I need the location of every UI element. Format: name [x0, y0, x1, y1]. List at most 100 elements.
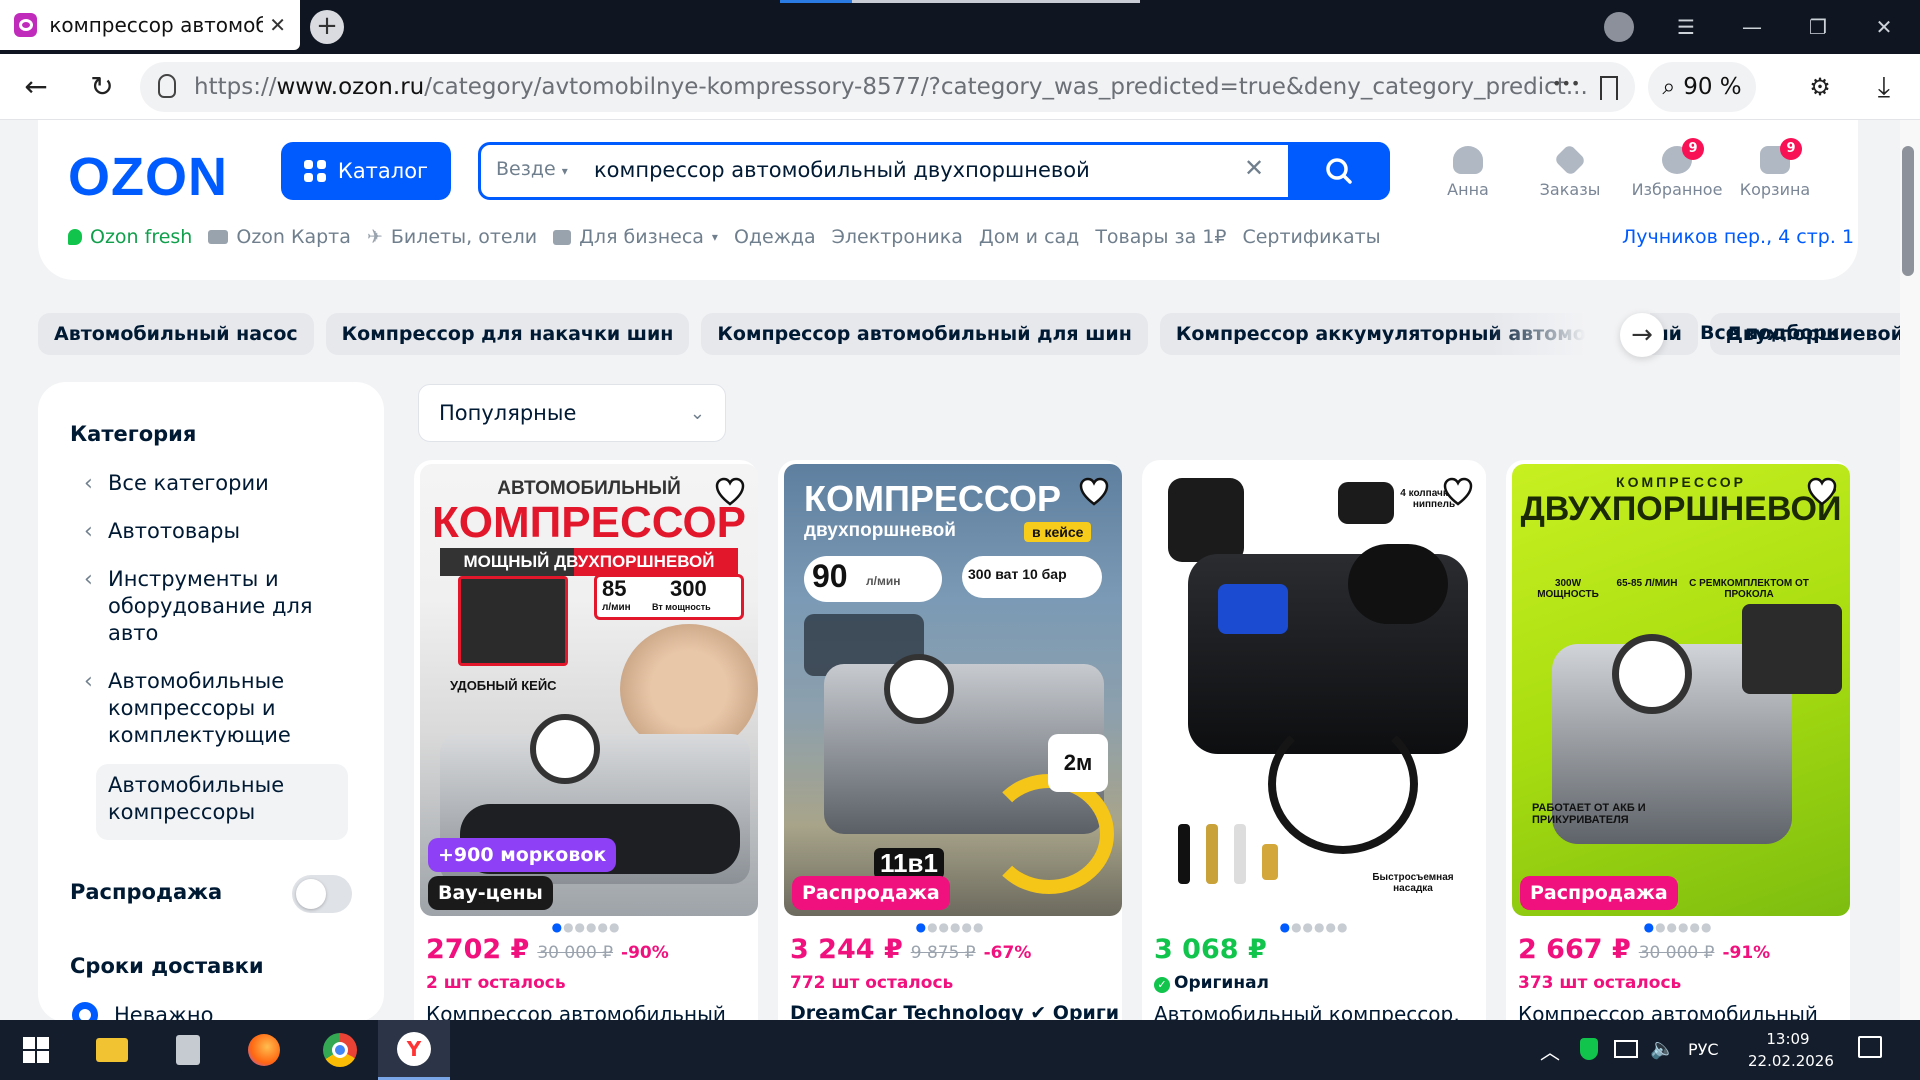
image-text: АВТОМОБИЛЬНЫЙ — [497, 478, 681, 499]
orders-link[interactable]: Заказы — [1525, 143, 1615, 199]
search-input[interactable]: компрессор автомобильный двухпоршневой — [594, 158, 1090, 182]
language-indicator[interactable]: РУС — [1688, 1040, 1719, 1059]
chip[interactable]: Автомобильный насос — [38, 313, 314, 355]
chip[interactable]: Компрессор для накачки шин — [325, 313, 690, 355]
link-tickets[interactable]: ✈ Билеты, отели — [367, 226, 537, 248]
image-text: 2м — [1048, 734, 1108, 792]
cart-link[interactable]: 9 Корзина — [1730, 138, 1820, 199]
calculator-icon[interactable] — [152, 1020, 224, 1080]
link-electronics[interactable]: Электроника — [832, 226, 963, 248]
download-icon[interactable]: ⤓ — [1864, 54, 1904, 120]
orders-label: Заказы — [1539, 180, 1601, 199]
product-image[interactable]: 4 колпачка на ниппель Быстросъемная наса… — [1148, 464, 1486, 916]
link-one-ruble[interactable]: Товары за 1₽ — [1095, 226, 1226, 248]
back-icon[interactable]: ← — [16, 54, 56, 120]
tray-chevron-icon[interactable]: ︿ — [1540, 1036, 1560, 1065]
extensions-icon[interactable]: ⚙ — [1800, 54, 1840, 120]
image-text: МОЩНЫЙ ДВУХПОРШНЕВОЙ — [440, 548, 738, 576]
stock-left: 772 шт осталось — [790, 973, 954, 993]
old-price: 30 000 ₽ — [537, 943, 614, 963]
price: 2 667 ₽ — [1518, 934, 1631, 965]
product-card[interactable]: АВТОМОБИЛЬНЫЙ КОМПРЕССОР МОЩНЫЙ ДВУХПОРШ… — [414, 460, 758, 1040]
zoom-value: 90 % — [1683, 74, 1742, 100]
reload-icon[interactable]: ↻ — [82, 54, 122, 120]
minimize-icon[interactable]: — — [1732, 8, 1772, 46]
product-card[interactable]: КОМПРЕССОР ДВУХПОРШНЕВОЙ 300W МОЩНОСТЬ 6… — [1506, 460, 1850, 1040]
link-home-garden[interactable]: Дом и сад — [979, 226, 1079, 248]
link-ozon-fresh[interactable]: Ozon fresh — [68, 226, 192, 248]
start-icon[interactable] — [0, 1020, 72, 1080]
favorite-heart-icon[interactable] — [1442, 476, 1474, 508]
clear-search-icon[interactable]: ✕ — [1244, 154, 1264, 182]
network-icon[interactable] — [1614, 1040, 1638, 1058]
old-price: 30 000 ₽ — [1638, 943, 1715, 963]
address-bar[interactable]: https://www.ozon.ru/category/avtomobilny… — [140, 62, 1635, 112]
bookmark-icon[interactable] — [1600, 76, 1618, 100]
product-image[interactable]: КОМПРЕССОР ДВУХПОРШНЕВОЙ 300W МОЩНОСТЬ 6… — [1512, 464, 1850, 916]
favorite-heart-icon[interactable] — [714, 476, 746, 508]
chevron-left-icon: ‹ — [84, 471, 93, 496]
tab-close-icon[interactable]: ✕ — [269, 13, 286, 37]
volume-icon[interactable]: 🔈 — [1650, 1036, 1675, 1060]
shield-icon[interactable] — [158, 74, 176, 98]
close-window-icon[interactable]: ✕ — [1864, 8, 1904, 46]
clock[interactable]: 13:09 22.02.2026 — [1748, 1028, 1834, 1072]
all-collections-link[interactable]: Все подборки — [1700, 322, 1853, 344]
ozon-logo[interactable]: OZON — [68, 146, 228, 208]
scrollbar-thumb[interactable] — [1902, 146, 1914, 276]
category-tools[interactable]: ‹ Инструменты и оборудование для авто — [84, 566, 358, 647]
link-business[interactable]: Для бизнеса ▾ — [553, 226, 718, 248]
profile-link[interactable]: Анна — [1423, 146, 1513, 199]
favorite-heart-icon[interactable] — [1078, 476, 1110, 508]
category-compressors[interactable]: Автомобильные компрессоры — [108, 772, 328, 826]
old-price: 9 875 ₽ — [910, 943, 976, 963]
price-block: 3 068 ₽ — [1154, 934, 1267, 965]
firefox-icon[interactable] — [228, 1020, 300, 1080]
notifications-icon[interactable] — [1858, 1036, 1882, 1058]
catalog-button[interactable]: Каталог — [281, 142, 451, 200]
stock-left: 2 шт осталось — [426, 973, 566, 993]
sale-toggle[interactable] — [292, 875, 352, 913]
image-pagination: ●●●●●● — [1643, 920, 1713, 934]
explorer-icon[interactable] — [76, 1020, 148, 1080]
link-certificates[interactable]: Сертификаты — [1242, 226, 1380, 248]
card-icon — [208, 230, 229, 244]
image-text: Вт мощность — [652, 602, 711, 612]
profile-avatar[interactable] — [1604, 12, 1634, 42]
image-text: 300 ват 10 бар — [968, 566, 1067, 582]
image-text: 11в1 — [874, 848, 944, 879]
search-scope-select[interactable]: Везде ▾ — [496, 158, 568, 180]
chrome-icon[interactable] — [304, 1020, 376, 1080]
product-image[interactable]: КОМПРЕССОР двухпоршневой в кейсе 90 л/ми… — [784, 464, 1122, 916]
category-all[interactable]: ‹ Все категории — [84, 470, 358, 497]
chip[interactable]: Компрессор автомобильный для шин — [701, 313, 1148, 355]
product-image[interactable]: АВТОМОБИЛЬНЫЙ КОМПРЕССОР МОЩНЫЙ ДВУХПОРШ… — [420, 464, 758, 916]
restore-icon[interactable]: ❐ — [1798, 8, 1838, 46]
zoom-indicator[interactable]: ⌕ 90 % — [1648, 62, 1756, 112]
link-ozon-card[interactable]: Ozon Карта — [208, 226, 351, 248]
image-pagination: ●●●●●● — [1279, 920, 1349, 934]
product-card[interactable]: КОМПРЕССОР двухпоршневой в кейсе 90 л/ми… — [778, 460, 1122, 1040]
category-compressors-parts[interactable]: ‹ Автомобильные компрессоры и комплектующ… — [84, 668, 358, 749]
link-clothes[interactable]: Одежда — [734, 226, 816, 248]
defender-icon[interactable] — [1580, 1038, 1598, 1060]
delivery-title: Сроки доставки — [70, 954, 264, 978]
search-button[interactable] — [1288, 142, 1390, 200]
image-text: 65-85 Л/МИН — [1616, 578, 1678, 589]
more-icon[interactable]: ••• — [1552, 74, 1580, 93]
browser-menu-icon[interactable]: ☰ — [1666, 8, 1706, 46]
yandex-browser-icon[interactable]: Y — [378, 1020, 450, 1080]
category-label: Автотовары — [108, 519, 241, 543]
browser-tab[interactable]: компрессор автомобильный двухпоршневой ✕ — [0, 0, 300, 50]
delivery-address[interactable]: Лучников пер., 4 стр. 1 — [1622, 226, 1854, 248]
chips-next-arrow-icon[interactable]: → — [1620, 313, 1664, 357]
favorite-heart-icon[interactable] — [1806, 476, 1838, 508]
sale-tag: Распродажа — [1520, 876, 1678, 910]
leaf-icon — [68, 229, 82, 245]
new-tab-button[interactable]: + — [310, 10, 344, 44]
sale-tag: Распродажа — [792, 876, 950, 910]
product-card[interactable]: 4 колпачка на ниппель Быстросъемная наса… — [1142, 460, 1486, 1040]
favorites-link[interactable]: 9 Избранное — [1627, 138, 1727, 199]
sort-select[interactable]: Популярные ⌄ — [418, 384, 726, 442]
category-auto[interactable]: ‹ Автотовары — [84, 518, 358, 545]
